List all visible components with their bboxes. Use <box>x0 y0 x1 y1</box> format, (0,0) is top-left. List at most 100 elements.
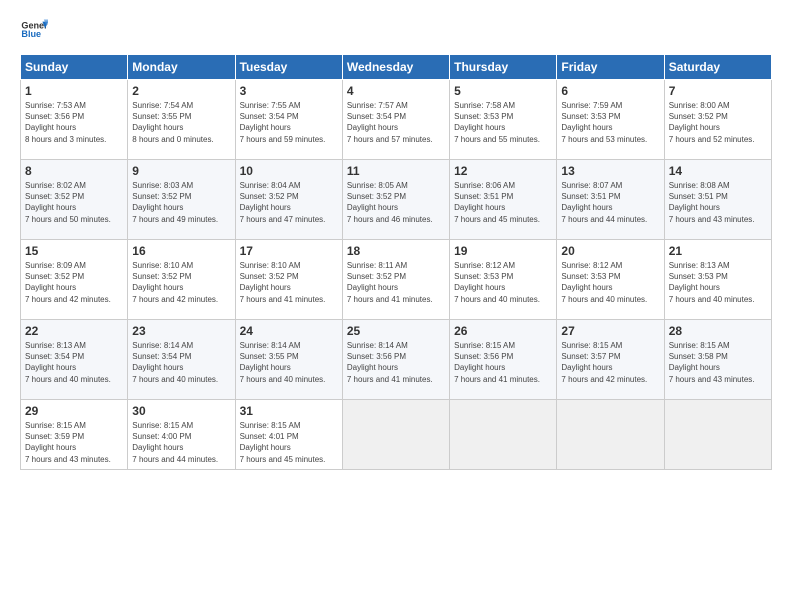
calendar-cell <box>557 400 664 470</box>
day-info: Sunrise: 8:15 AM Sunset: 3:57 PM Dayligh… <box>561 340 659 385</box>
calendar-cell: 11 Sunrise: 8:05 AM Sunset: 3:52 PM Dayl… <box>342 160 449 240</box>
day-number: 5 <box>454 84 552 98</box>
calendar-cell: 30 Sunrise: 8:15 AM Sunset: 4:00 PM Dayl… <box>128 400 235 470</box>
day-info: Sunrise: 8:07 AM Sunset: 3:51 PM Dayligh… <box>561 180 659 225</box>
day-number: 27 <box>561 324 659 338</box>
svg-text:Blue: Blue <box>21 29 41 39</box>
calendar-cell <box>450 400 557 470</box>
day-info: Sunrise: 8:06 AM Sunset: 3:51 PM Dayligh… <box>454 180 552 225</box>
calendar-cell: 25 Sunrise: 8:14 AM Sunset: 3:56 PM Dayl… <box>342 320 449 400</box>
calendar-cell: 27 Sunrise: 8:15 AM Sunset: 3:57 PM Dayl… <box>557 320 664 400</box>
calendar-cell: 6 Sunrise: 7:59 AM Sunset: 3:53 PM Dayli… <box>557 80 664 160</box>
calendar-cell: 28 Sunrise: 8:15 AM Sunset: 3:58 PM Dayl… <box>664 320 771 400</box>
day-number: 22 <box>25 324 123 338</box>
calendar-cell: 26 Sunrise: 8:15 AM Sunset: 3:56 PM Dayl… <box>450 320 557 400</box>
calendar-cell: 18 Sunrise: 8:11 AM Sunset: 3:52 PM Dayl… <box>342 240 449 320</box>
calendar-cell: 12 Sunrise: 8:06 AM Sunset: 3:51 PM Dayl… <box>450 160 557 240</box>
day-number: 15 <box>25 244 123 258</box>
day-number: 17 <box>240 244 338 258</box>
day-number: 25 <box>347 324 445 338</box>
day-number: 26 <box>454 324 552 338</box>
day-number: 4 <box>347 84 445 98</box>
day-info: Sunrise: 8:09 AM Sunset: 3:52 PM Dayligh… <box>25 260 123 305</box>
calendar-cell <box>664 400 771 470</box>
calendar-cell: 2 Sunrise: 7:54 AM Sunset: 3:55 PM Dayli… <box>128 80 235 160</box>
day-number: 3 <box>240 84 338 98</box>
day-info: Sunrise: 8:14 AM Sunset: 3:54 PM Dayligh… <box>132 340 230 385</box>
day-number: 10 <box>240 164 338 178</box>
day-info: Sunrise: 8:03 AM Sunset: 3:52 PM Dayligh… <box>132 180 230 225</box>
day-number: 6 <box>561 84 659 98</box>
calendar-cell: 1 Sunrise: 7:53 AM Sunset: 3:56 PM Dayli… <box>21 80 128 160</box>
day-info: Sunrise: 8:14 AM Sunset: 3:56 PM Dayligh… <box>347 340 445 385</box>
calendar-cell: 9 Sunrise: 8:03 AM Sunset: 3:52 PM Dayli… <box>128 160 235 240</box>
calendar-cell: 5 Sunrise: 7:58 AM Sunset: 3:53 PM Dayli… <box>450 80 557 160</box>
day-number: 16 <box>132 244 230 258</box>
day-info: Sunrise: 8:13 AM Sunset: 3:54 PM Dayligh… <box>25 340 123 385</box>
day-number: 20 <box>561 244 659 258</box>
calendar-cell: 24 Sunrise: 8:14 AM Sunset: 3:55 PM Dayl… <box>235 320 342 400</box>
calendar-cell: 3 Sunrise: 7:55 AM Sunset: 3:54 PM Dayli… <box>235 80 342 160</box>
weekday-header: Thursday <box>450 55 557 80</box>
calendar-cell <box>342 400 449 470</box>
calendar-cell: 17 Sunrise: 8:10 AM Sunset: 3:52 PM Dayl… <box>235 240 342 320</box>
calendar-cell: 15 Sunrise: 8:09 AM Sunset: 3:52 PM Dayl… <box>21 240 128 320</box>
day-number: 29 <box>25 404 123 418</box>
weekday-header: Friday <box>557 55 664 80</box>
weekday-header: Monday <box>128 55 235 80</box>
calendar-cell: 22 Sunrise: 8:13 AM Sunset: 3:54 PM Dayl… <box>21 320 128 400</box>
day-number: 11 <box>347 164 445 178</box>
day-number: 1 <box>25 84 123 98</box>
weekday-header: Tuesday <box>235 55 342 80</box>
day-info: Sunrise: 8:15 AM Sunset: 3:58 PM Dayligh… <box>669 340 767 385</box>
day-number: 24 <box>240 324 338 338</box>
calendar-cell: 31 Sunrise: 8:15 AM Sunset: 4:01 PM Dayl… <box>235 400 342 470</box>
day-info: Sunrise: 8:12 AM Sunset: 3:53 PM Dayligh… <box>454 260 552 305</box>
weekday-header: Saturday <box>664 55 771 80</box>
calendar-cell: 21 Sunrise: 8:13 AM Sunset: 3:53 PM Dayl… <box>664 240 771 320</box>
calendar-cell: 7 Sunrise: 8:00 AM Sunset: 3:52 PM Dayli… <box>664 80 771 160</box>
calendar-cell: 8 Sunrise: 8:02 AM Sunset: 3:52 PM Dayli… <box>21 160 128 240</box>
day-info: Sunrise: 8:10 AM Sunset: 3:52 PM Dayligh… <box>240 260 338 305</box>
logo: General Blue <box>20 16 52 44</box>
day-number: 7 <box>669 84 767 98</box>
calendar-cell: 23 Sunrise: 8:14 AM Sunset: 3:54 PM Dayl… <box>128 320 235 400</box>
calendar-cell: 10 Sunrise: 8:04 AM Sunset: 3:52 PM Dayl… <box>235 160 342 240</box>
day-info: Sunrise: 8:15 AM Sunset: 4:00 PM Dayligh… <box>132 420 230 465</box>
day-info: Sunrise: 8:10 AM Sunset: 3:52 PM Dayligh… <box>132 260 230 305</box>
day-number: 2 <box>132 84 230 98</box>
day-info: Sunrise: 8:13 AM Sunset: 3:53 PM Dayligh… <box>669 260 767 305</box>
day-number: 19 <box>454 244 552 258</box>
day-info: Sunrise: 7:54 AM Sunset: 3:55 PM Dayligh… <box>132 100 230 145</box>
day-info: Sunrise: 7:53 AM Sunset: 3:56 PM Dayligh… <box>25 100 123 145</box>
calendar-cell: 16 Sunrise: 8:10 AM Sunset: 3:52 PM Dayl… <box>128 240 235 320</box>
day-info: Sunrise: 8:04 AM Sunset: 3:52 PM Dayligh… <box>240 180 338 225</box>
calendar-cell: 4 Sunrise: 7:57 AM Sunset: 3:54 PM Dayli… <box>342 80 449 160</box>
day-number: 18 <box>347 244 445 258</box>
weekday-header: Sunday <box>21 55 128 80</box>
calendar-cell: 14 Sunrise: 8:08 AM Sunset: 3:51 PM Dayl… <box>664 160 771 240</box>
day-info: Sunrise: 7:59 AM Sunset: 3:53 PM Dayligh… <box>561 100 659 145</box>
day-info: Sunrise: 8:08 AM Sunset: 3:51 PM Dayligh… <box>669 180 767 225</box>
calendar-cell: 19 Sunrise: 8:12 AM Sunset: 3:53 PM Dayl… <box>450 240 557 320</box>
day-info: Sunrise: 8:15 AM Sunset: 3:56 PM Dayligh… <box>454 340 552 385</box>
day-number: 8 <box>25 164 123 178</box>
calendar-cell: 20 Sunrise: 8:12 AM Sunset: 3:53 PM Dayl… <box>557 240 664 320</box>
day-info: Sunrise: 7:57 AM Sunset: 3:54 PM Dayligh… <box>347 100 445 145</box>
day-info: Sunrise: 7:55 AM Sunset: 3:54 PM Dayligh… <box>240 100 338 145</box>
day-number: 31 <box>240 404 338 418</box>
day-number: 23 <box>132 324 230 338</box>
day-info: Sunrise: 8:15 AM Sunset: 3:59 PM Dayligh… <box>25 420 123 465</box>
day-number: 14 <box>669 164 767 178</box>
calendar-cell: 29 Sunrise: 8:15 AM Sunset: 3:59 PM Dayl… <box>21 400 128 470</box>
calendar-cell: 13 Sunrise: 8:07 AM Sunset: 3:51 PM Dayl… <box>557 160 664 240</box>
weekday-header: Wednesday <box>342 55 449 80</box>
day-info: Sunrise: 8:11 AM Sunset: 3:52 PM Dayligh… <box>347 260 445 305</box>
day-info: Sunrise: 8:12 AM Sunset: 3:53 PM Dayligh… <box>561 260 659 305</box>
day-info: Sunrise: 7:58 AM Sunset: 3:53 PM Dayligh… <box>454 100 552 145</box>
day-info: Sunrise: 8:02 AM Sunset: 3:52 PM Dayligh… <box>25 180 123 225</box>
day-info: Sunrise: 8:05 AM Sunset: 3:52 PM Dayligh… <box>347 180 445 225</box>
day-number: 13 <box>561 164 659 178</box>
day-number: 21 <box>669 244 767 258</box>
day-info: Sunrise: 8:00 AM Sunset: 3:52 PM Dayligh… <box>669 100 767 145</box>
